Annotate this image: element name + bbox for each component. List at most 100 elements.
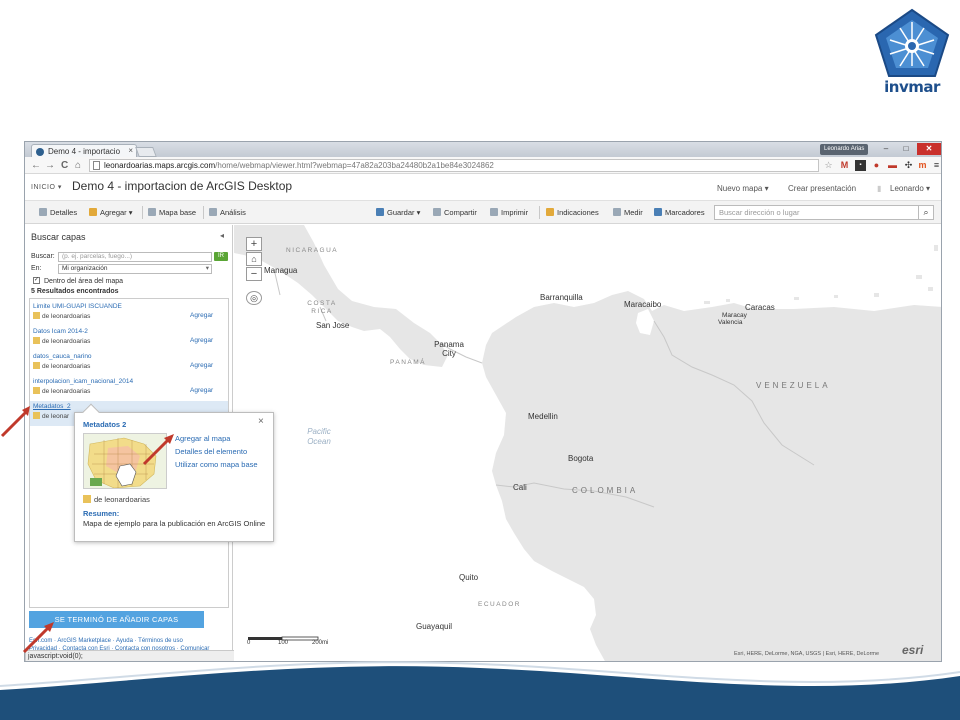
save-label: Guardar ▾ [387, 208, 421, 217]
address-search-input[interactable]: Buscar dirección o lugar [714, 205, 920, 220]
collapse-panel-icon[interactable]: ◂ [220, 231, 224, 240]
city-label-guayaquil: Guayaquil [416, 622, 453, 631]
within-map-label: Dentro del área del mapa [44, 278, 123, 285]
city-label-maracay: Maracay [722, 312, 747, 319]
result-title[interactable]: interpolacion_icam_nacional_2014 [33, 378, 133, 385]
result-owner: de leonardoarias [33, 362, 90, 370]
close-window-button[interactable]: ✕ [917, 143, 941, 155]
zoom-in-button[interactable]: + [246, 237, 262, 251]
owner-label: de leonardoarias [42, 313, 91, 320]
user-menu[interactable]: Leonardo ▾ [890, 184, 930, 193]
bookmarks-button[interactable]: Marcadores [654, 208, 705, 217]
add-button[interactable]: Agregar ▾ [89, 208, 133, 217]
extension-m-icon[interactable]: m [917, 160, 928, 171]
toolbar-divider [539, 206, 540, 219]
basemap-button[interactable]: Mapa base [148, 208, 196, 217]
address-bar[interactable]: leonardoarias.maps.arcgis.com/home/webma… [89, 159, 819, 172]
browser-window: Demo 4 - importacio × Leonardo Arias – □… [24, 141, 942, 662]
analysis-button[interactable]: Análisis [209, 208, 246, 217]
back-button[interactable]: ← [31, 159, 41, 172]
add-result-link[interactable]: Agregar [190, 312, 213, 319]
chevron-down-icon: ▾ [205, 265, 209, 272]
bookmark-star-icon[interactable]: ☆ [823, 160, 834, 171]
go-button[interactable]: IR [214, 252, 228, 261]
list-item: datos_cauca_narino de leonardoarias Agre… [30, 351, 228, 376]
new-map-menu[interactable]: Nuevo mapa ▾ [717, 184, 769, 193]
extension-gear-icon[interactable]: ✣ [903, 160, 914, 171]
map-view[interactable]: + ⌂ − ◎ NICARAGUA Managua COSTA RICA San… [234, 225, 941, 661]
city-label-managua: Managua [264, 266, 298, 275]
extension-red-icon[interactable]: ▬ [887, 160, 898, 171]
use-as-basemap-link[interactable]: Utilizar como mapa base [175, 460, 258, 469]
layer-search-input[interactable]: (p. ej. parcelas, fuego...) [58, 252, 212, 262]
details-label: Detalles [50, 208, 78, 217]
city-label-maracaibo: Maracaibo [624, 300, 662, 309]
zoom-out-button[interactable]: − [246, 267, 262, 281]
search-icon[interactable]: ⌕ [918, 205, 934, 220]
add-label: Agregar ▾ [100, 208, 133, 217]
result-owner: de leonardoarias [33, 337, 90, 345]
maximize-button[interactable]: □ [897, 143, 915, 155]
list-item: Datos Icam 2014-2 de leonardoarias Agreg… [30, 326, 228, 351]
extension-icon[interactable]: ▪ [855, 160, 866, 171]
annotation-arrow-icon [142, 434, 174, 466]
save-icon [376, 208, 384, 216]
menu-icon[interactable]: ≡ [931, 160, 941, 171]
add-result-link[interactable]: Agregar [190, 337, 213, 344]
scope-select[interactable]: Mi organización ▾ [58, 264, 212, 274]
result-title[interactable]: datos_cauca_narino [33, 353, 92, 360]
new-tab-button[interactable] [135, 147, 157, 157]
directions-button[interactable]: Indicaciones [546, 208, 599, 217]
home-extent-icon[interactable]: ⌂ [246, 252, 262, 266]
print-button[interactable]: Imprimir [490, 208, 528, 217]
add-icon [89, 208, 97, 216]
adblock-icon[interactable]: ● [871, 160, 882, 171]
city-label-valencia: Valencia [718, 319, 743, 326]
add-result-link[interactable]: Agregar [190, 387, 213, 394]
directions-label: Indicaciones [557, 208, 599, 217]
browser-user-chip[interactable]: Leonardo Arias [820, 144, 869, 155]
app-header: INICIO ▾ Demo 4 - importacion de ArcGIS … [25, 175, 941, 199]
print-icon [490, 208, 498, 216]
create-presentation-link[interactable]: Crear presentación [788, 184, 856, 193]
add-result-link[interactable]: Agregar [190, 362, 213, 369]
city-label-san-jose: San Jose [316, 321, 350, 330]
result-title[interactable]: Limite UMI-GUAPI ISCUANDE [33, 303, 122, 310]
locate-icon[interactable]: ◎ [246, 291, 262, 305]
invemar-logo-icon [874, 8, 950, 77]
forward-button[interactable]: → [45, 159, 55, 172]
close-icon[interactable]: × [258, 416, 264, 427]
logo-text: invmar [884, 78, 940, 96]
add-to-map-link[interactable]: Agregar al mapa [175, 434, 230, 443]
reload-button[interactable]: C [61, 159, 68, 172]
city-label-barranquilla: Barranquilla [540, 293, 583, 302]
basemap-label: Mapa base [159, 208, 197, 217]
result-title[interactable]: Datos Icam 2014-2 [33, 328, 88, 335]
share-button[interactable]: Compartir [433, 208, 477, 217]
measure-label: Medir [624, 208, 643, 217]
home-button[interactable]: ⌂ [75, 159, 81, 172]
minimize-button[interactable]: – [877, 143, 895, 155]
in-label: En: [31, 265, 42, 272]
measure-button[interactable]: Medir [613, 208, 643, 217]
url-host: leonardoarias.maps.arcgis.com [104, 161, 216, 170]
user-avatar-icon: ▮ [877, 184, 882, 193]
list-item: interpolacion_icam_nacional_2014 de leon… [30, 376, 228, 401]
tab-close-icon[interactable]: × [128, 146, 133, 155]
analysis-icon [209, 208, 217, 216]
city-label-cali: Cali [513, 483, 527, 492]
gmail-extension-icon[interactable]: M [839, 160, 850, 171]
map-toolbar: Detalles Agregar ▾ Mapa base Análisis Gu… [25, 200, 941, 224]
details-button[interactable]: Detalles [39, 208, 77, 217]
result-owner: de leonardoarias [33, 312, 90, 320]
country-label-costa-rica: COSTA RICA [307, 300, 337, 315]
owner-label: de leonardoarias [94, 495, 150, 504]
save-button[interactable]: Guardar ▾ [376, 208, 420, 217]
item-details-link[interactable]: Detalles del elemento [175, 447, 247, 456]
within-map-checkbox[interactable]: ✓ [33, 277, 40, 284]
tab-title: Demo 4 - importacio [48, 147, 121, 156]
share-icon [433, 208, 441, 216]
popup-owner: de leonardoarias [83, 495, 150, 504]
browser-tab[interactable]: Demo 4 - importacio × [31, 144, 137, 157]
inicio-menu[interactable]: INICIO ▾ [31, 183, 62, 191]
